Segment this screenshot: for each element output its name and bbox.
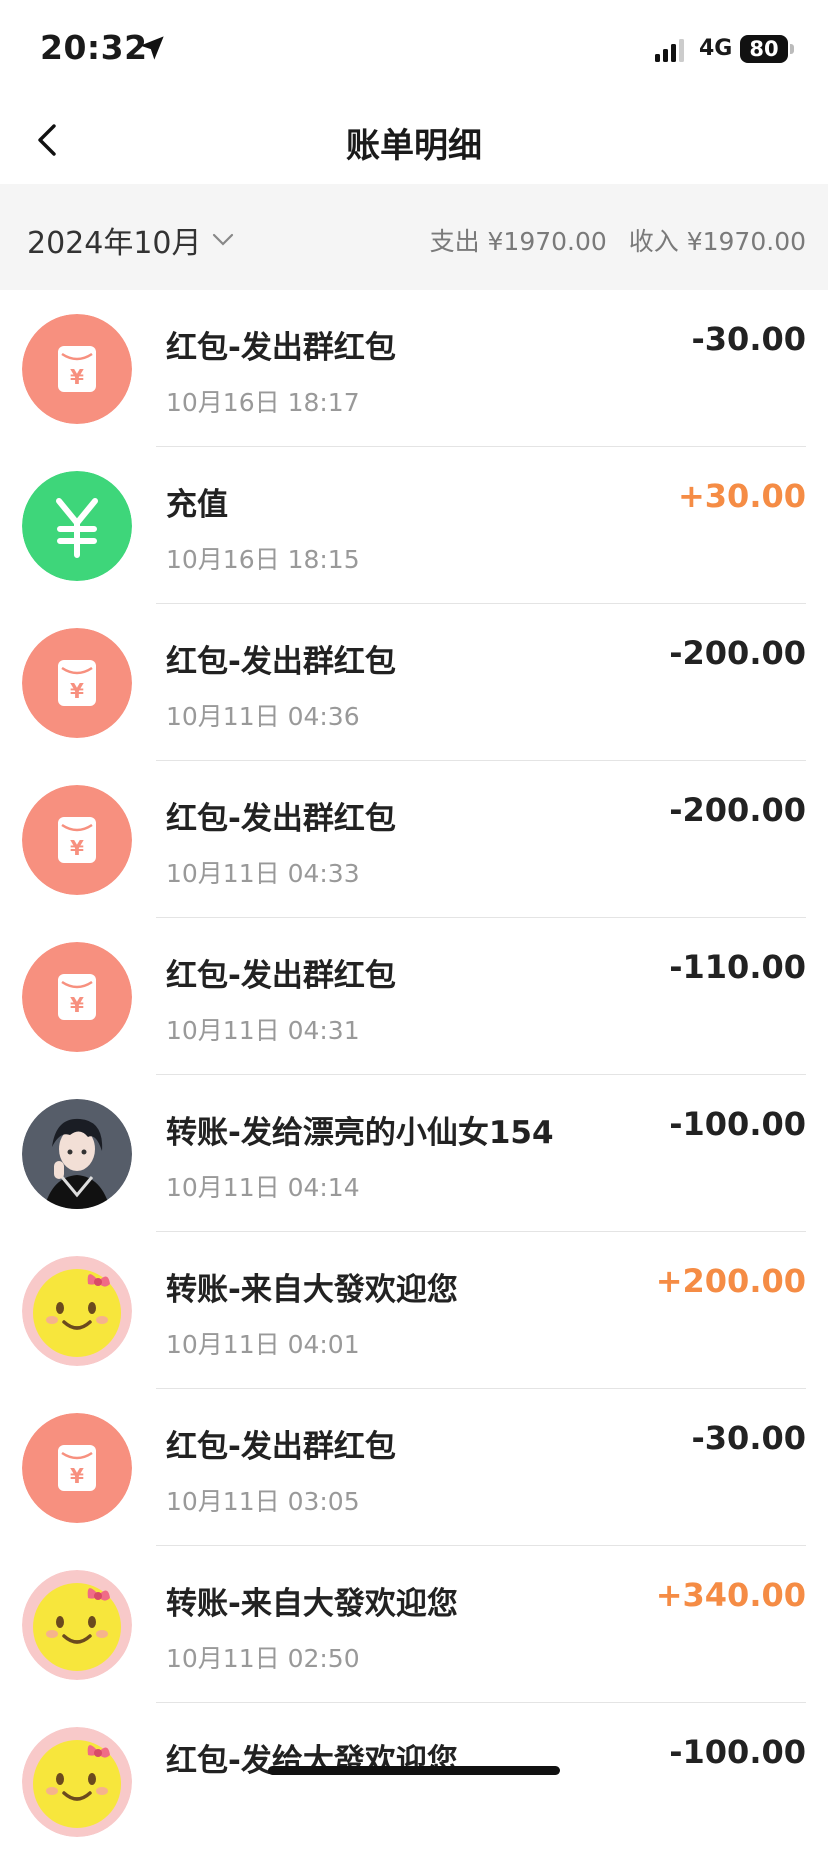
svg-text:¥: ¥ (70, 836, 84, 860)
transaction-amount: -200.00 (669, 634, 806, 672)
transaction-title: 红包-发出群红包 (166, 801, 396, 837)
transaction-amount: +200.00 (655, 1262, 806, 1300)
yuan-icon (22, 471, 132, 581)
smiley-avatar (22, 1570, 132, 1680)
svg-text:¥: ¥ (70, 679, 84, 703)
network-label: 4G (699, 36, 733, 61)
transaction-row[interactable]: ¥ 红包-发出群红包 10月11日 04:31 -110.00 (0, 918, 828, 1075)
expense-total: 支出 ¥1970.00 (429, 227, 607, 256)
home-indicator (268, 1766, 560, 1775)
transaction-amount: -110.00 (669, 948, 806, 986)
month-selector[interactable]: 2024年10月 (27, 218, 234, 262)
transaction-row[interactable]: 转账-发给漂亮的小仙女154 10月11日 04:14 -100.00 (0, 1075, 828, 1232)
transaction-list: ¥ 红包-发出群红包 10月16日 18:17 -30.00 充值 10月16日… (0, 290, 828, 1860)
transaction-time: 10月11日 03:05 (166, 1487, 360, 1516)
transaction-time: 10月16日 18:15 (166, 545, 360, 574)
transaction-time: 10月16日 18:17 (166, 388, 360, 417)
svg-text:¥: ¥ (70, 993, 84, 1017)
transaction-row[interactable]: ¥ 红包-发出群红包 10月11日 04:36 -200.00 (0, 604, 828, 761)
filter-bar: 2024年10月 支出 ¥1970.00 收入 ¥1970.00 (0, 184, 828, 290)
chevron-down-icon (212, 233, 233, 246)
transaction-row[interactable]: 红包-发给大發欢迎您 -100.00 (0, 1703, 828, 1860)
battery-icon: 80 (740, 35, 788, 63)
transaction-time: 10月11日 02:50 (166, 1644, 360, 1673)
page-title: 账单明细 (346, 126, 482, 166)
svg-text:¥: ¥ (70, 365, 84, 389)
transaction-title: 红包-发出群红包 (166, 644, 396, 680)
transaction-row[interactable]: ¥ 红包-发出群红包 10月11日 04:33 -200.00 (0, 761, 828, 918)
transaction-row[interactable]: ¥ 红包-发出群红包 10月11日 03:05 -30.00 (0, 1389, 828, 1546)
transaction-amount: -200.00 (669, 791, 806, 829)
transaction-time: 10月11日 04:31 (166, 1016, 360, 1045)
red-envelope-icon: ¥ (22, 314, 132, 424)
transaction-row[interactable]: 充值 10月16日 18:15 +30.00 (0, 447, 828, 604)
transaction-amount: +340.00 (655, 1576, 806, 1614)
transaction-time: 10月11日 04:33 (166, 859, 360, 888)
transaction-time: 10月11日 04:14 (166, 1173, 360, 1202)
smiley-avatar (22, 1727, 132, 1837)
income-total: 收入 ¥1970.00 (628, 227, 806, 256)
battery-tip (790, 44, 794, 54)
transaction-row[interactable]: 转账-来自大發欢迎您 10月11日 02:50 +340.00 (0, 1546, 828, 1703)
transaction-time: 10月11日 04:36 (166, 702, 360, 731)
signal-icon (655, 39, 684, 62)
transaction-amount: -30.00 (691, 320, 807, 358)
battery-level: 80 (749, 37, 779, 61)
transaction-row[interactable]: 转账-来自大發欢迎您 10月11日 04:01 +200.00 (0, 1232, 828, 1389)
transaction-title: 红包-发出群红包 (166, 958, 396, 994)
transaction-amount: +30.00 (677, 477, 806, 515)
month-summary: 支出 ¥1970.00 收入 ¥1970.00 (416, 222, 806, 258)
nav-bar: 账单明细 (0, 96, 828, 184)
transaction-amount: -30.00 (691, 1419, 807, 1457)
transaction-title: 充值 (166, 487, 228, 523)
month-label: 2024年10月 (27, 226, 202, 261)
red-envelope-icon: ¥ (22, 942, 132, 1052)
smiley-avatar (22, 1256, 132, 1366)
transaction-time: 10月11日 04:01 (166, 1330, 360, 1359)
status-bar: 20:32 4G 80 (0, 0, 828, 96)
anime-avatar (22, 1099, 132, 1209)
transaction-title: 转账-来自大發欢迎您 (166, 1586, 458, 1622)
transaction-title: 红包-发出群红包 (166, 1429, 396, 1465)
transaction-amount: -100.00 (669, 1105, 806, 1143)
status-time: 20:32 (40, 28, 148, 67)
transaction-title: 红包-发出群红包 (166, 330, 396, 366)
transaction-row[interactable]: ¥ 红包-发出群红包 10月16日 18:17 -30.00 (0, 290, 828, 447)
red-envelope-icon: ¥ (22, 628, 132, 738)
transaction-title: 转账-来自大發欢迎您 (166, 1272, 458, 1308)
transaction-amount: -100.00 (669, 1733, 806, 1771)
svg-text:¥: ¥ (70, 1464, 84, 1488)
red-envelope-icon: ¥ (22, 785, 132, 895)
red-envelope-icon: ¥ (22, 1413, 132, 1523)
transaction-title: 转账-发给漂亮的小仙女154 (166, 1115, 554, 1151)
location-arrow-icon (140, 36, 164, 60)
